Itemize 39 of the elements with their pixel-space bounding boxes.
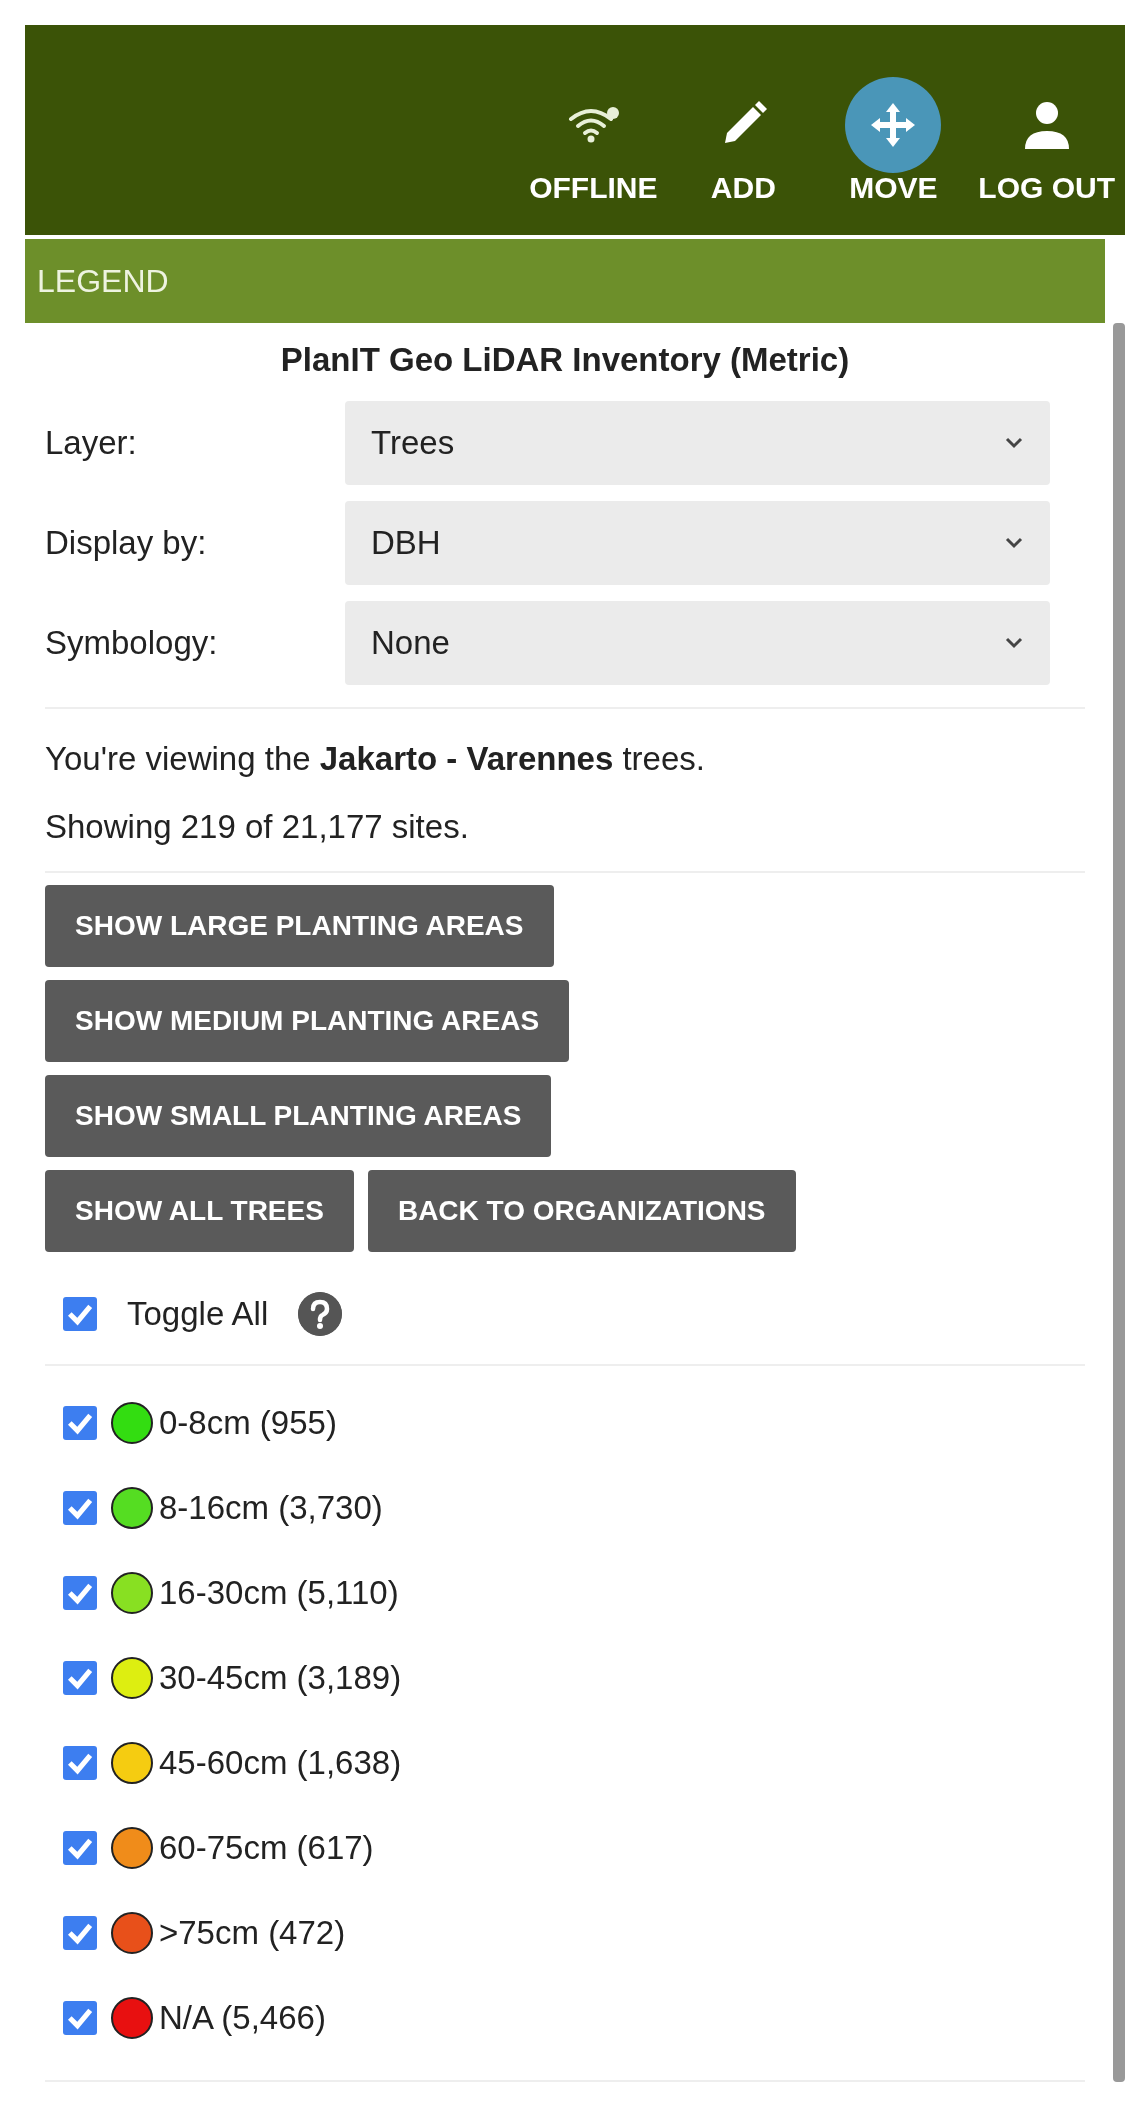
- legend-title: PlanIT Geo LiDAR Inventory (Metric): [279, 340, 851, 380]
- checkbox[interactable]: [63, 1830, 97, 1865]
- legend-header: LEGEND: [25, 239, 1105, 323]
- toolbar-button[interactable]: OFFLINE: [518, 77, 669, 205]
- class-label: 16-30cm (5,110): [159, 1573, 399, 1612]
- help-icon[interactable]: [298, 1292, 343, 1336]
- dropdown[interactable]: DBH: [345, 501, 1050, 585]
- action-button[interactable]: SHOW ALL TREES: [45, 1170, 354, 1252]
- checkbox[interactable]: [63, 2000, 97, 2035]
- class-label: N/A (5,466): [159, 1998, 326, 2037]
- dropdown[interactable]: Trees: [345, 401, 1050, 485]
- field-label: Symbology:: [45, 624, 219, 662]
- move-button[interactable]: MOVE: [818, 77, 969, 205]
- checkbox[interactable]: [63, 1405, 97, 1440]
- field-label: Display by:: [45, 524, 208, 562]
- viewing-text: You're viewing the Jakarto - Varennes trees.: [45, 739, 706, 779]
- class-label: 60-75cm (617): [159, 1828, 374, 1867]
- action-button[interactable]: SHOW SMALL PLANTING AREAS: [45, 1075, 552, 1157]
- toolbar-button[interactable]: ADD: [668, 77, 819, 205]
- checkbox[interactable]: [63, 1490, 97, 1525]
- action-button[interactable]: SHOW MEDIUM PLANTING AREAS: [45, 980, 570, 1062]
- checkbox[interactable]: [63, 1660, 97, 1695]
- toolbar-button[interactable]: LOG OUT: [968, 77, 1125, 205]
- field-label: Layer:: [45, 424, 138, 462]
- toggle-all-label: Toggle All: [127, 1295, 269, 1333]
- scrollbar[interactable]: [1113, 323, 1125, 2082]
- checkbox[interactable]: [63, 1915, 97, 1950]
- class-label: 45-60cm (1,638): [159, 1743, 402, 1782]
- action-button[interactable]: SHOW LARGE PLANTING AREAS: [45, 885, 554, 967]
- checkbox[interactable]: [63, 1575, 97, 1610]
- class-label: 8-16cm (3,730): [159, 1488, 383, 1527]
- dropdown[interactable]: None: [345, 601, 1050, 685]
- checkbox[interactable]: [63, 1745, 97, 1780]
- class-label: >75cm (472): [159, 1913, 346, 1952]
- class-label: 0-8cm (955): [159, 1403, 337, 1442]
- action-button[interactable]: BACK TO ORGANIZATIONS: [367, 1170, 796, 1252]
- class-label: 30-45cm (3,189): [159, 1658, 402, 1697]
- showing-count: Showing 219 of 21,177 sites.: [45, 807, 470, 847]
- checkbox[interactable]: [63, 1297, 97, 1331]
